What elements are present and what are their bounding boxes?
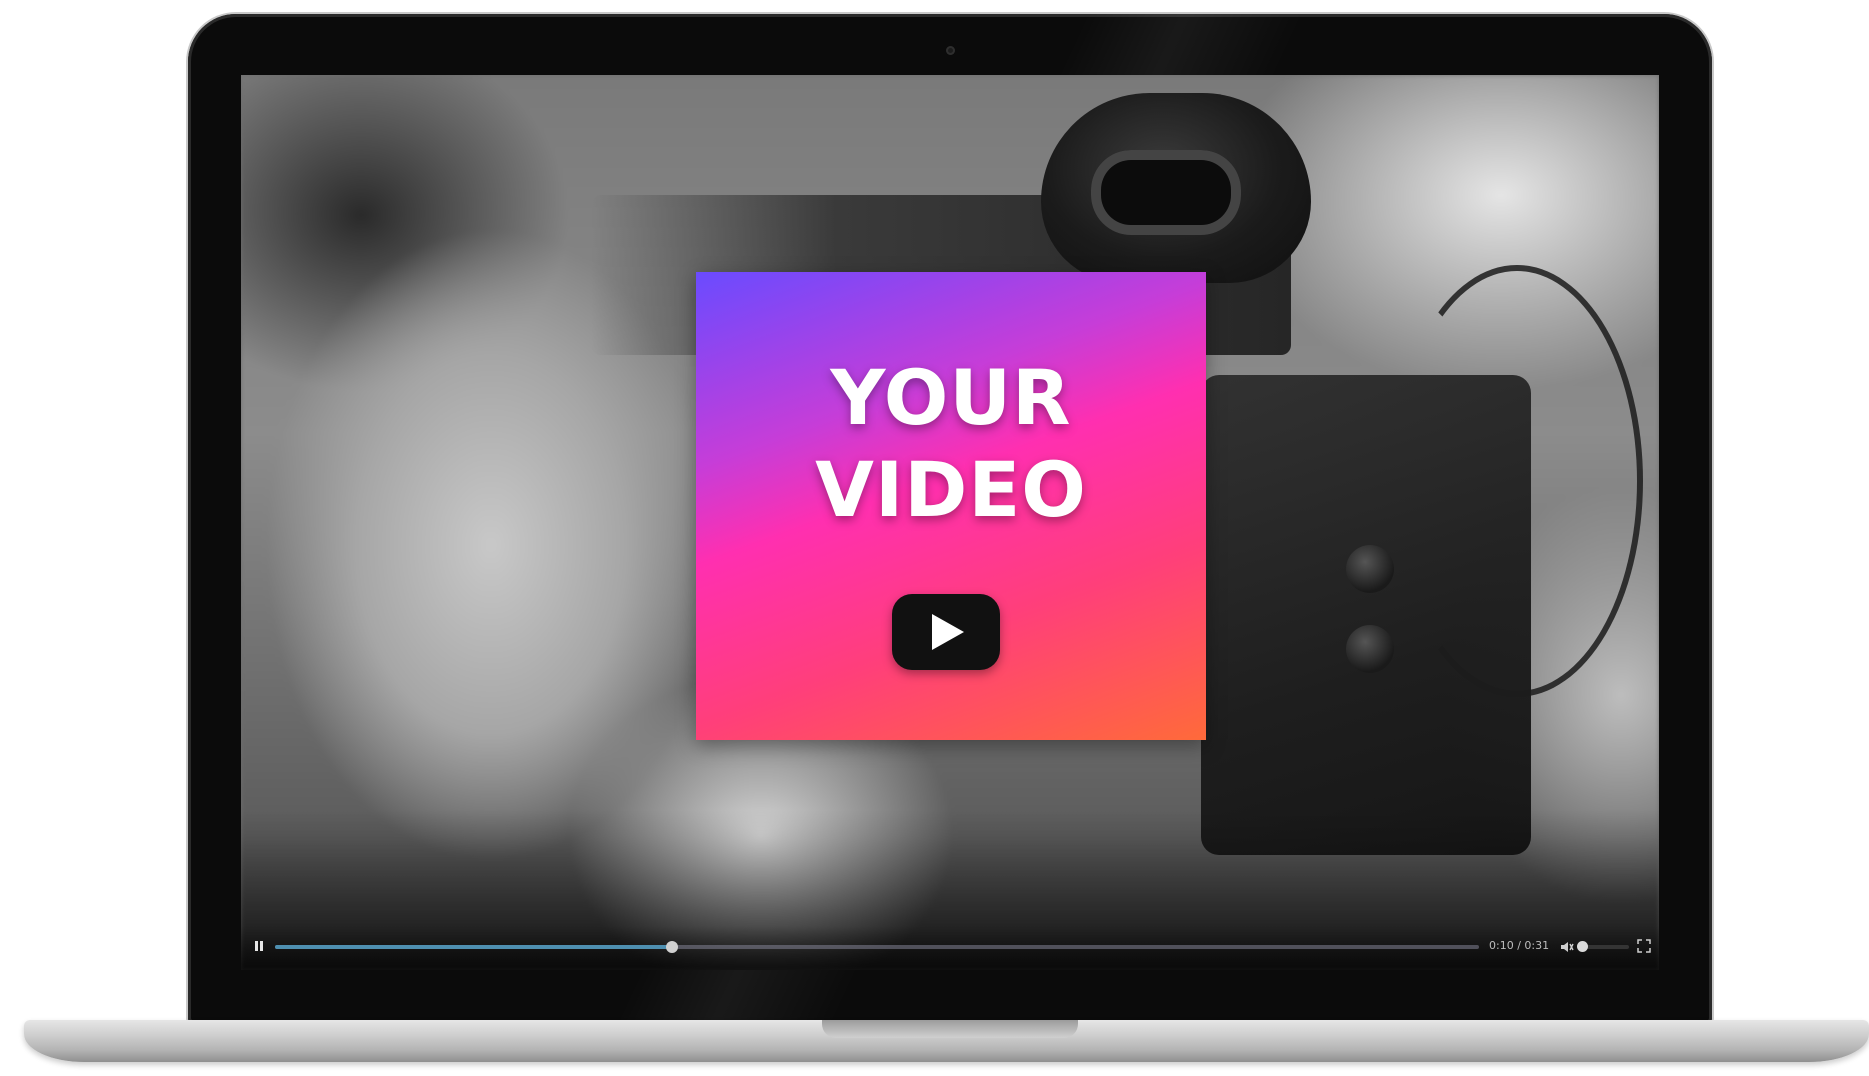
laptop-notch bbox=[822, 1020, 1078, 1038]
background-camera-knob bbox=[1346, 625, 1394, 673]
thumbnail-title: YOUR VIDEO bbox=[815, 353, 1087, 534]
player-controls: 0:10 / 0:31 bbox=[241, 926, 1659, 970]
webcam-icon bbox=[946, 46, 955, 55]
fullscreen-button[interactable] bbox=[1637, 939, 1651, 953]
progress-bar[interactable] bbox=[275, 941, 1479, 953]
volume-icon bbox=[1561, 942, 1574, 952]
volume-button[interactable] bbox=[1559, 939, 1575, 955]
progress-handle[interactable] bbox=[666, 941, 679, 953]
progress-fill bbox=[275, 945, 673, 949]
video-player[interactable]: YOUR VIDEO 0:10 / 0:31 bbox=[241, 75, 1659, 970]
volume-handle[interactable] bbox=[1577, 941, 1588, 952]
fullscreen-icon bbox=[1637, 939, 1651, 953]
background-camera-cable bbox=[1391, 265, 1643, 697]
pause-button[interactable] bbox=[253, 940, 267, 954]
time-display: 0:10 / 0:31 bbox=[1489, 939, 1550, 952]
volume-slider[interactable] bbox=[1577, 941, 1629, 952]
play-icon bbox=[932, 614, 964, 650]
pause-icon bbox=[255, 941, 258, 951]
background-camera-viewfinder bbox=[1091, 150, 1241, 235]
pause-icon-bar bbox=[260, 941, 263, 951]
play-button[interactable] bbox=[892, 594, 1000, 670]
video-thumbnail[interactable]: YOUR VIDEO bbox=[696, 272, 1206, 740]
background-camera-knob bbox=[1346, 545, 1394, 593]
laptop-mockup: YOUR VIDEO 0:10 / 0:31 bbox=[0, 0, 1869, 1076]
